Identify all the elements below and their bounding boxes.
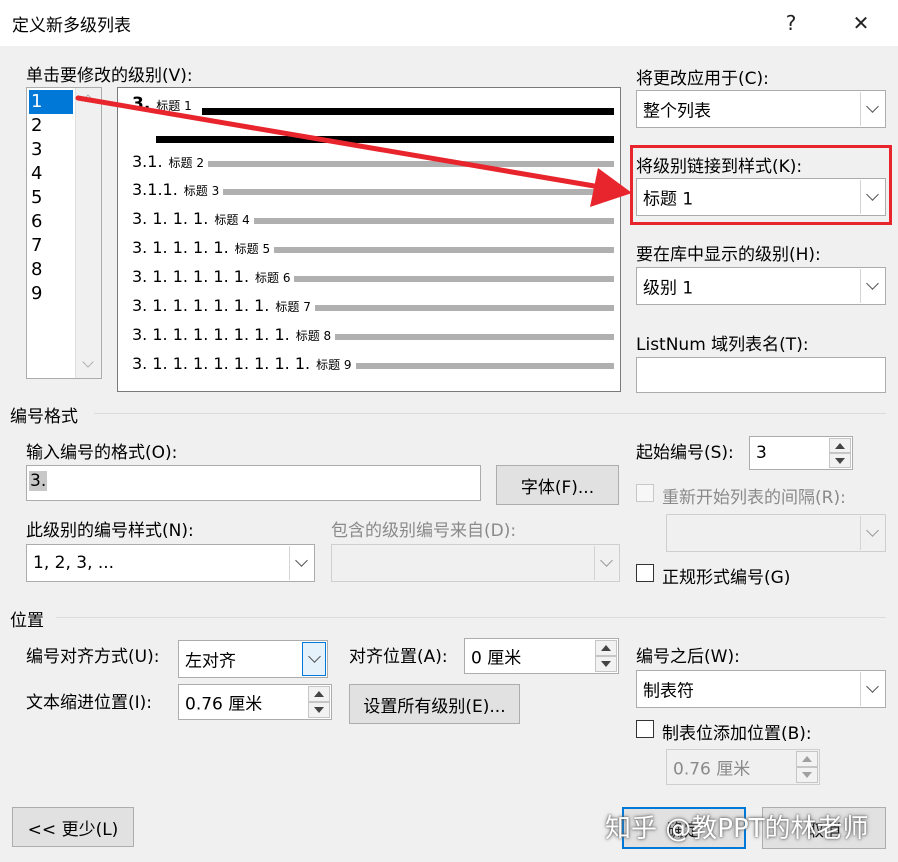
include-level-select[interactable] [331, 544, 620, 582]
spin-down-icon[interactable] [595, 656, 617, 672]
spin-up-icon[interactable] [796, 751, 818, 767]
format-value: 3. [29, 471, 48, 491]
follow-number-value: 制表符 [643, 681, 694, 702]
tab-stop-label: 制表位添加位置(B): [662, 724, 812, 744]
follow-number-select[interactable]: 制表符 [636, 670, 886, 708]
chevron-down-icon[interactable] [860, 516, 884, 550]
restart-checkbox[interactable] [636, 484, 654, 502]
start-at-spinner[interactable]: 3 [749, 436, 853, 470]
legal-style-label: 正规形式编号(G) [662, 568, 791, 588]
section-divider [56, 617, 886, 618]
indent-label: 文本缩进位置(I): [26, 693, 153, 713]
spin-up-icon[interactable] [595, 640, 617, 656]
aligned-at-spinner[interactable]: 0 厘米 [464, 638, 619, 674]
section-divider [94, 413, 886, 414]
aligned-at-value: 0 厘米 [471, 648, 522, 669]
include-level-label: 包含的级别编号来自(D): [331, 521, 517, 541]
alignment-select[interactable]: 左对齐 [178, 640, 328, 678]
spin-up-icon[interactable] [308, 686, 330, 702]
aligned-at-label: 对齐位置(A): [349, 647, 448, 667]
spin-down-icon[interactable] [308, 702, 330, 718]
format-label: 输入编号的格式(O): [26, 443, 178, 463]
alignment-value: 左对齐 [185, 651, 236, 672]
indent-spinner[interactable]: 0.76 厘米 [178, 684, 332, 720]
tab-stop-value: 0.76 厘米 [673, 759, 751, 780]
tab-stop-spinner[interactable]: 0.76 厘米 [666, 749, 820, 785]
alignment-label: 编号对齐方式(U): [26, 647, 160, 667]
spin-down-icon[interactable] [829, 453, 851, 468]
start-at-label: 起始编号(S): [636, 443, 734, 463]
position-section-label: 位置 [10, 611, 44, 631]
tab-stop-checkbox[interactable] [636, 720, 654, 738]
start-at-value: 3 [756, 443, 767, 463]
restart-select[interactable] [666, 514, 886, 552]
format-input[interactable]: 3. [26, 465, 481, 501]
set-all-levels-button[interactable]: 设置所有级别(E)... [349, 684, 520, 724]
spin-up-icon[interactable] [829, 438, 851, 453]
chevron-down-icon[interactable] [302, 642, 326, 676]
indent-value: 0.76 厘米 [185, 694, 263, 715]
watermark: 知乎 @教PPT的林老师 [605, 814, 869, 844]
number-style-label: 此级别的编号样式(N): [26, 521, 194, 541]
chevron-down-icon[interactable] [289, 546, 313, 580]
less-button[interactable]: << 更少(L) [12, 807, 134, 847]
chevron-down-icon[interactable] [594, 546, 618, 580]
number-style-value: 1, 2, 3, ... [33, 553, 115, 573]
number-style-select[interactable]: 1, 2, 3, ... [26, 544, 315, 582]
chevron-down-icon[interactable] [860, 672, 884, 706]
follow-number-label: 编号之后(W): [636, 647, 740, 667]
spin-down-icon[interactable] [796, 767, 818, 783]
font-button[interactable]: 字体(F)... [496, 465, 619, 505]
legal-style-checkbox[interactable] [636, 564, 654, 582]
number-format-section-label: 编号格式 [10, 407, 78, 427]
restart-label: 重新开始列表的间隔(R): [662, 488, 846, 508]
